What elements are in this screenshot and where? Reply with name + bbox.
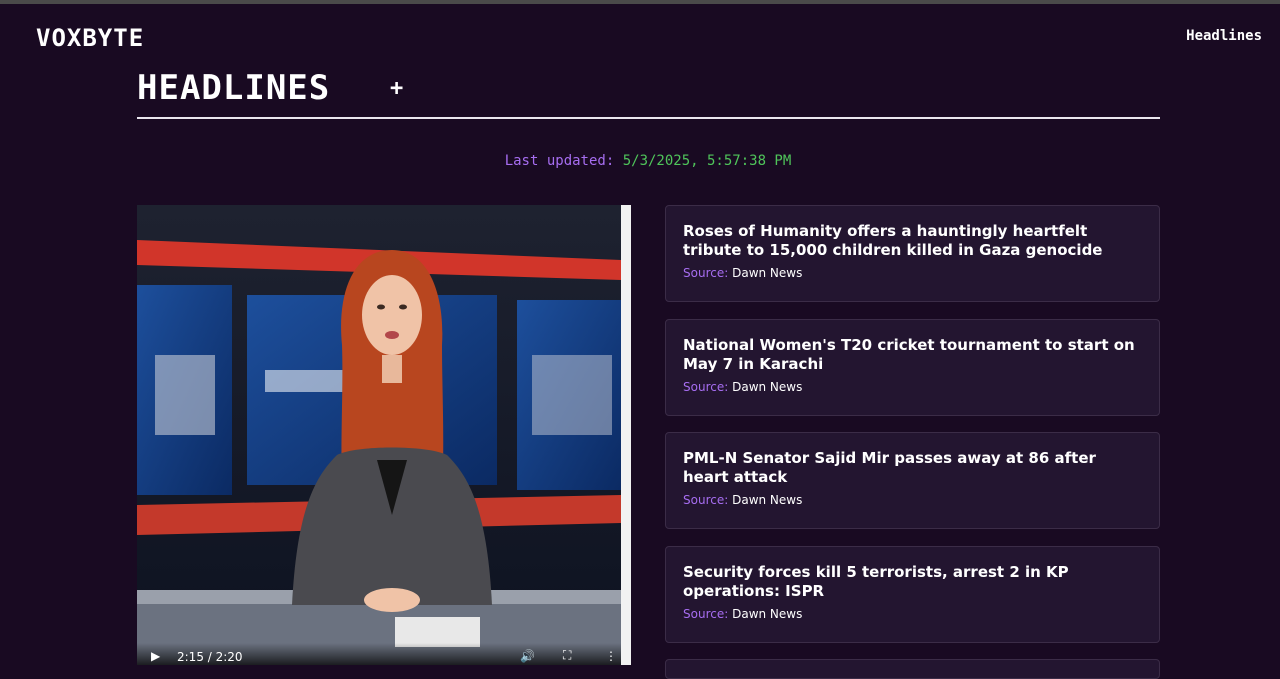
headline-source: Source: Dawn News [683,266,1142,280]
headline-title[interactable]: National Women's T20 cricket tournament … [683,336,1142,374]
title-divider [137,117,1160,119]
headline-source: Source: Dawn News [683,607,1142,621]
news-anchor-video-frame [137,205,621,665]
source-name: Dawn News [732,493,803,507]
headline-card[interactable]: Roses of Humanity offers a hauntingly he… [665,205,1160,302]
source-label: Source: [683,266,729,280]
headline-card[interactable]: Security forces kill 5 terrorists, arres… [665,546,1160,643]
expand-plus-icon[interactable]: + [390,76,403,101]
last-updated-label: Last updated: [504,153,615,169]
volume-icon[interactable]: 🔊 [520,649,535,663]
nav-headlines-link[interactable]: Headlines [1186,28,1262,44]
source-name: Dawn News [732,607,803,621]
video-time: 2:15 / 2:20 [177,650,243,664]
headline-title[interactable]: PML-N Senator Sajid Mir passes away at 8… [683,449,1142,487]
source-label: Source: [683,380,729,394]
video-player[interactable]: ▶ 2:15 / 2:20 🔊 ⛶ ⋮ [137,205,631,665]
source-label: Source: [683,607,729,621]
source-name: Dawn News [732,266,803,280]
last-updated: Last updated: 5/3/2025, 5:57:38 PM [0,153,1280,169]
headline-title[interactable]: Security forces kill 5 terrorists, arres… [683,563,1142,601]
site-logo[interactable]: VOXBYTE [36,24,144,52]
more-options-icon[interactable]: ⋮ [605,649,617,663]
fullscreen-icon[interactable]: ⛶ [563,648,571,663]
source-name: Dawn News [732,380,803,394]
headline-title[interactable]: Roses of Humanity offers a hauntingly he… [683,222,1142,260]
headline-card[interactable]: National Women's T20 cricket tournament … [665,319,1160,416]
top-border [0,0,1280,4]
headline-card[interactable] [665,659,1160,679]
headline-source: Source: Dawn News [683,380,1142,394]
video-controls: ▶ 2:15 / 2:20 🔊 ⛶ ⋮ [137,643,621,665]
play-icon[interactable]: ▶ [151,649,160,663]
source-label: Source: [683,493,729,507]
headline-card[interactable]: PML-N Senator Sajid Mir passes away at 8… [665,432,1160,529]
headline-source: Source: Dawn News [683,493,1142,507]
page-title: HEADLINES [137,68,331,108]
last-updated-value: 5/3/2025, 5:57:38 PM [622,153,792,169]
video-scrollbar[interactable] [621,205,631,665]
